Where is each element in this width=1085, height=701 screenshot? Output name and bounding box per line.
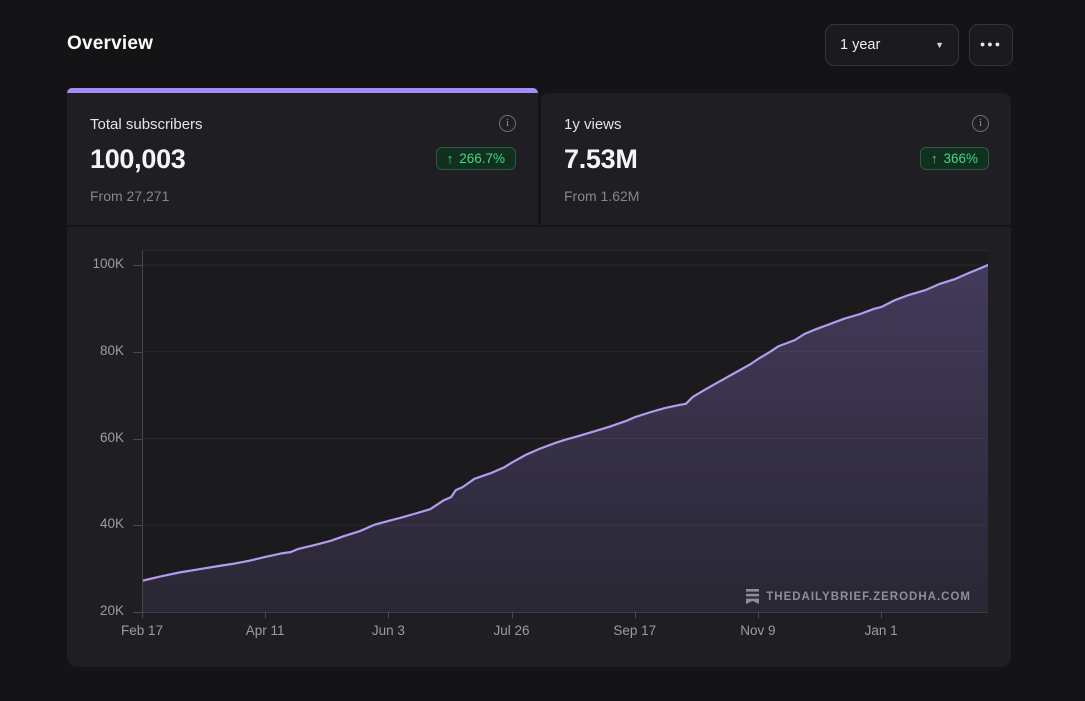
x-tick-mark [634,612,636,618]
x-tick-label: Feb 17 [120,623,164,638]
change-badge: ↑ 266.7% [435,147,516,170]
metric-label: 1y views [564,116,622,133]
x-tick-mark [388,612,390,618]
x-tick-label: Jan 1 [864,623,898,638]
info-icon[interactable]: i [499,115,516,132]
arrow-up-icon: ↑ [446,151,454,166]
date-range-dropdown[interactable]: 1 year ▼ [825,24,959,66]
y-tick-mark [133,438,142,440]
analytics-page: { "header": { "title": "Overview", "rang… [0,0,1085,701]
x-tick-label: Jul 26 [493,623,530,638]
x-tick-label: Jun 3 [371,623,405,638]
subscribers-chart-panel: 20K 40K 60K 80K 100K Feb 17 Apr 11 Jun 3 Jul 26… [67,227,1011,667]
x-tick-label: Nov 9 [740,623,776,638]
page-title: Overview [67,33,154,54]
y-tick-label: 40K [99,516,124,532]
y-tick-label: 80K [99,342,124,358]
x-tick-mark [142,612,143,618]
watermark: THEDAILYBRIEF.ZERODHA.COM [746,589,971,604]
x-tick-mark [265,612,267,618]
y-axis-line [142,250,143,612]
change-value: 366% [943,151,978,166]
watermark-text: THEDAILYBRIEF.ZERODHA.COM [766,590,971,603]
y-tick-mark [133,612,142,613]
date-range-value: 1 year [840,37,881,53]
x-tick-label: Sep 17 [613,623,657,638]
y-tick-label: 100K [92,256,124,271]
overview-card-cluster: Total subscribers 100,003 From 27,271 i … [67,88,1011,667]
x-tick-mark [757,612,759,618]
y-tick-mark [133,351,142,353]
y-tick-mark [133,265,142,266]
metric-card-total-subscribers[interactable]: Total subscribers 100,003 From 27,271 i … [67,93,538,225]
metric-baseline: From 27,271 [90,188,170,204]
y-tick-label: 60K [99,429,124,445]
change-badge: ↑ 366% [919,147,989,170]
metric-baseline: From 1.62M [564,188,640,204]
x-tick-mark [511,612,513,618]
info-icon[interactable]: i [972,115,989,132]
chevron-down-icon: ▼ [935,39,944,50]
x-tick-label: Apr 11 [245,623,285,638]
x-axis-line [142,612,988,613]
ellipsis-icon: ●●● [979,39,1003,49]
arrow-up-icon: ↑ [930,151,938,166]
x-tick-mark [881,612,883,618]
metric-card-1y-views[interactable]: 1y views 7.53M From 1.62M i ↑ 366% [541,93,1011,225]
y-tick-mark [133,525,142,527]
metric-label: Total subscribers [90,116,203,133]
change-value: 266.7% [459,151,505,166]
more-options-button[interactable]: ●●● [969,24,1013,66]
chart-svg [142,263,988,612]
substack-logo-icon [746,589,760,604]
y-tick-label: 20K [99,603,124,618]
